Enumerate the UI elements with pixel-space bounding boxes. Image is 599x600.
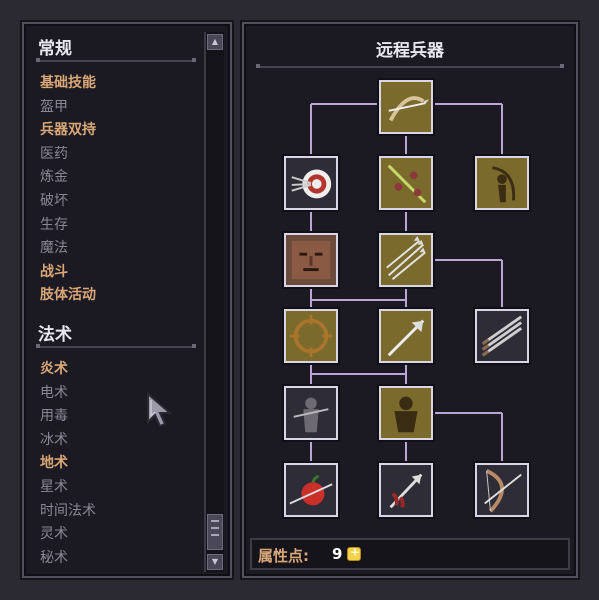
arrow-bundle-icon[interactable]: [475, 309, 529, 363]
magic-section-title: 法术: [38, 325, 72, 345]
bloody-arrow-icon[interactable]: [379, 463, 433, 517]
scroll-thumb[interactable]: [207, 514, 223, 550]
magic-item[interactable]: 时间法术: [40, 500, 96, 524]
archer-silhouette-icon[interactable]: [475, 156, 529, 210]
attribute-points-label: 属性点:: [258, 547, 309, 565]
general-item[interactable]: 盔甲: [40, 96, 96, 120]
glowing-figure-icon[interactable]: [379, 386, 433, 440]
arrow-volley-icon[interactable]: [379, 156, 433, 210]
magic-item[interactable]: 星术: [40, 476, 96, 500]
general-item[interactable]: 炼金: [40, 166, 96, 190]
general-item[interactable]: 医药: [40, 143, 96, 167]
scroll-up-button[interactable]: ▲: [207, 34, 223, 50]
general-item[interactable]: 破坏: [40, 190, 96, 214]
triple-arrows-icon[interactable]: [379, 233, 433, 287]
magic-item[interactable]: 地术: [40, 452, 96, 476]
category-scrollbar[interactable]: ▲ ▼: [204, 32, 224, 572]
archery-target-icon[interactable]: [284, 156, 338, 210]
magic-item[interactable]: 炎术: [40, 358, 96, 382]
general-divider: [36, 58, 196, 62]
long-bow-icon[interactable]: [475, 463, 529, 517]
skill-tree-panel: 远程兵器 属性点: 9: [242, 22, 578, 578]
scroll-down-button[interactable]: ▼: [207, 554, 223, 570]
stern-face-icon[interactable]: [284, 233, 338, 287]
general-category-list: 基础技能 盔甲 兵器双持 医药 炼金 破坏 生存 魔法 战斗 肢体活动: [40, 72, 96, 308]
plus-coin-icon[interactable]: [347, 545, 361, 561]
bow-crossbow-icon[interactable]: [379, 80, 433, 134]
general-item[interactable]: 战斗: [40, 261, 96, 285]
general-item[interactable]: 肢体活动: [40, 284, 96, 308]
crosshair-target-icon[interactable]: [284, 309, 338, 363]
magic-item[interactable]: 电术: [40, 382, 96, 406]
general-item[interactable]: 魔法: [40, 237, 96, 261]
magic-category-list: 炎术 电术 用毒 冰术 地术 星术 时间法术 灵术 秘术: [40, 358, 96, 570]
general-item[interactable]: 生存: [40, 214, 96, 238]
attribute-points-bar: 属性点: 9: [250, 538, 570, 570]
general-item[interactable]: 基础技能: [40, 72, 96, 96]
shadow-archer-icon[interactable]: [284, 386, 338, 440]
mouse-cursor-icon: [147, 392, 172, 428]
magic-item[interactable]: 灵术: [40, 523, 96, 547]
magic-divider: [36, 344, 196, 348]
general-section-title: 常规: [38, 39, 72, 59]
piercing-arrow-icon[interactable]: [379, 309, 433, 363]
skill-category-panel: 常规 基础技能 盔甲 兵器双持 医药 炼金 破坏 生存 魔法 战斗 肢体活动 法术 炎术 电术 用毒冰…: [22, 22, 232, 578]
magic-item[interactable]: 用毒: [40, 405, 96, 429]
pierced-apple-icon[interactable]: [284, 463, 338, 517]
general-item[interactable]: 兵器双持: [40, 119, 96, 143]
attribute-points-value: 9: [332, 545, 343, 563]
magic-item[interactable]: 冰术: [40, 429, 96, 453]
magic-item[interactable]: 秘术: [40, 547, 96, 571]
